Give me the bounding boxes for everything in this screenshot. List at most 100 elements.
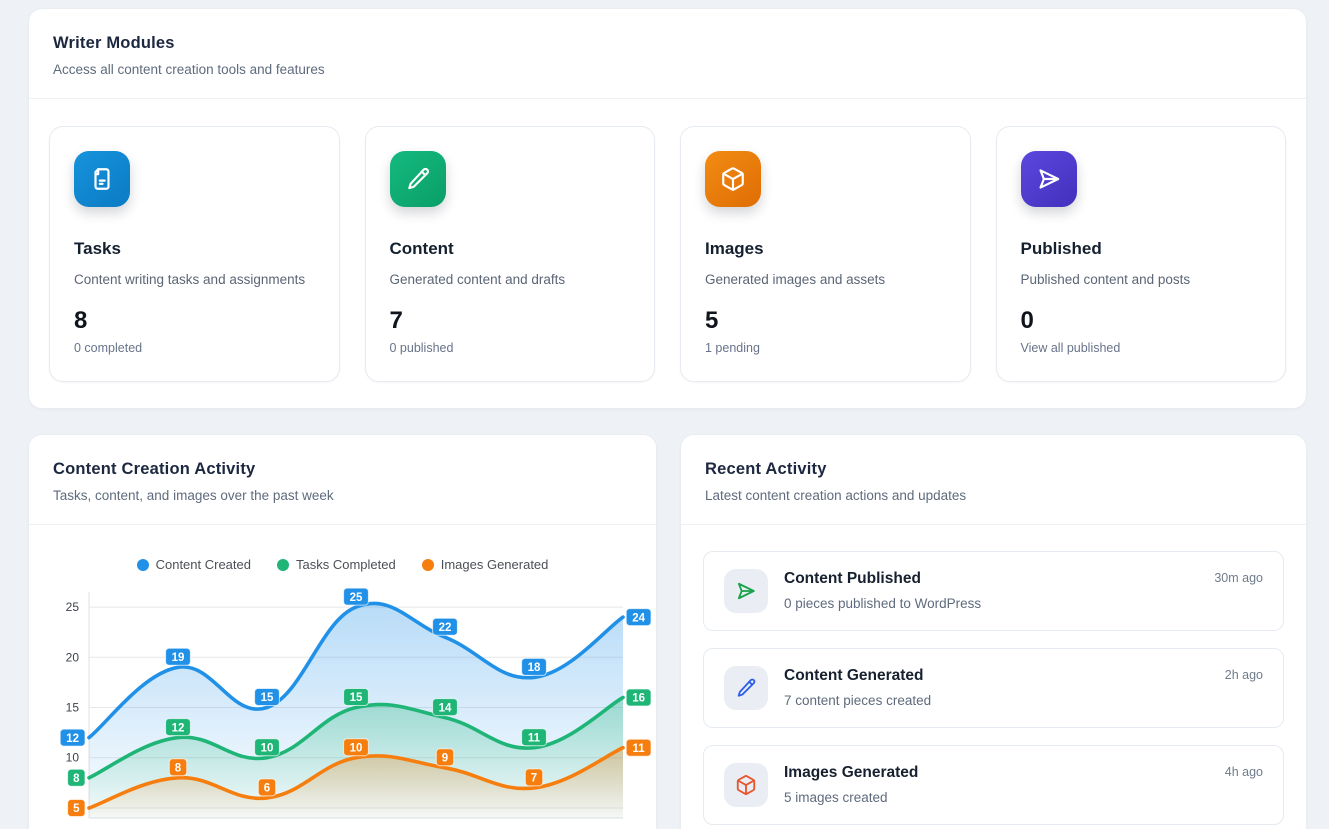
data-label-value: 9 — [442, 753, 448, 765]
activity-item: Images Generated 5 images created 4h ago — [703, 745, 1284, 825]
data-label-value: 11 — [528, 732, 541, 744]
module-card-count: 5 — [705, 307, 946, 335]
module-card-footer: 1 pending — [705, 341, 946, 355]
module-card-description: Content writing tasks and assignments — [74, 272, 315, 287]
module-card-description: Published content and posts — [1021, 272, 1262, 287]
send-icon — [735, 580, 757, 602]
module-card-title: Images — [705, 239, 946, 259]
legend-item-tasks-completed[interactable]: Tasks Completed — [277, 557, 396, 572]
data-label-value: 7 — [531, 773, 537, 785]
data-label-value: 19 — [172, 652, 185, 664]
module-cards-row: Tasks Content writing tasks and assignme… — [29, 99, 1306, 408]
module-card-published[interactable]: Published Published content and posts 0 … — [996, 126, 1287, 382]
recent-activity-list: Content Published 0 pieces published to … — [681, 525, 1306, 829]
activity-title: Content Generated — [784, 667, 1209, 685]
module-card-count: 0 — [1021, 307, 1262, 335]
pencil-icon — [405, 166, 431, 192]
data-label-value: 8 — [73, 773, 80, 785]
data-label-value: 18 — [528, 662, 541, 674]
y-tick-label: 25 — [66, 600, 80, 614]
activity-item: Content Published 0 pieces published to … — [703, 551, 1284, 631]
module-icon-tile — [1021, 151, 1077, 207]
legend-dot — [137, 559, 149, 571]
file-icon — [89, 166, 115, 192]
recent-activity-panel: Recent Activity Latest content creation … — [680, 434, 1307, 829]
activity-timestamp: 30m ago — [1214, 571, 1263, 613]
legend-label: Images Generated — [441, 557, 549, 572]
chart-legend: Content Created Tasks Completed Images Gen… — [29, 557, 656, 572]
legend-dot — [277, 559, 289, 571]
legend-item-content-created[interactable]: Content Created — [137, 557, 251, 572]
data-label-value: 10 — [261, 742, 274, 754]
module-card-images[interactable]: Images Generated images and assets 5 1 p… — [680, 126, 971, 382]
activity-body: Content Generated 7 content pieces creat… — [784, 666, 1209, 710]
writer-modules-subtitle: Access all content creation tools and fe… — [53, 62, 1282, 77]
module-icon-tile — [705, 151, 761, 207]
cube-icon — [720, 166, 746, 192]
data-label-value: 24 — [632, 612, 645, 624]
data-label-value: 12 — [66, 733, 79, 745]
activity-icon-box — [724, 569, 768, 613]
data-label-value: 12 — [172, 722, 185, 734]
module-icon-tile — [390, 151, 446, 207]
data-label-value: 8 — [175, 763, 182, 775]
activity-description: 5 images created — [784, 790, 1209, 805]
data-label-value: 14 — [439, 702, 452, 714]
module-card-title: Content — [390, 239, 631, 259]
module-card-tasks[interactable]: Tasks Content writing tasks and assignme… — [49, 126, 340, 382]
activity-timestamp: 2h ago — [1225, 668, 1263, 710]
data-label-value: 5 — [73, 803, 80, 815]
module-card-description: Generated content and drafts — [390, 272, 631, 287]
recent-panel-subtitle: Latest content creation actions and upda… — [705, 488, 1282, 503]
recent-panel-title: Recent Activity — [705, 460, 1282, 479]
data-label-value: 25 — [350, 592, 363, 604]
writer-modules-header: Writer Modules Access all content creati… — [29, 9, 1306, 99]
module-card-footer: View all published — [1021, 341, 1262, 355]
content-creation-activity-panel: Content Creation Activity Tasks, content… — [28, 434, 657, 829]
activity-item: Content Generated 7 content pieces creat… — [703, 648, 1284, 728]
activity-body: Content Published 0 pieces published to … — [784, 569, 1198, 613]
module-card-title: Tasks — [74, 239, 315, 259]
activity-body: Images Generated 5 images created — [784, 763, 1209, 807]
data-label-value: 16 — [632, 693, 645, 705]
data-label-value: 6 — [264, 783, 270, 795]
recent-panel-header: Recent Activity Latest content creation … — [681, 435, 1306, 525]
activity-icon-box — [724, 763, 768, 807]
writer-modules-title: Writer Modules — [53, 34, 1282, 53]
data-label-value: 15 — [261, 692, 274, 704]
chart-panel-subtitle: Tasks, content, and images over the past… — [53, 488, 632, 503]
activity-description: 0 pieces published to WordPress — [784, 596, 1198, 611]
module-card-title: Published — [1021, 239, 1262, 259]
pencil-icon — [735, 677, 757, 699]
legend-item-images-generated[interactable]: Images Generated — [422, 557, 549, 572]
module-card-count: 8 — [74, 307, 315, 335]
chart-area: 510152025MonTueWedThuFriSatSun1219152522… — [29, 580, 656, 829]
module-card-content[interactable]: Content Generated content and drafts 7 0… — [365, 126, 656, 382]
activity-title: Images Generated — [784, 764, 1209, 782]
data-label-value: 22 — [439, 622, 452, 634]
activity-icon-box — [724, 666, 768, 710]
cube-icon — [735, 774, 757, 796]
module-icon-tile — [74, 151, 130, 207]
y-tick-label: 20 — [66, 650, 80, 664]
chart-panel-header: Content Creation Activity Tasks, content… — [29, 435, 656, 525]
activity-description: 7 content pieces created — [784, 693, 1209, 708]
send-icon — [1036, 166, 1062, 192]
legend-dot — [422, 559, 434, 571]
data-label-value: 15 — [350, 692, 363, 704]
activity-line-chart[interactable]: 510152025MonTueWedThuFriSatSun1219152522… — [37, 580, 653, 829]
y-tick-label: 15 — [66, 701, 80, 715]
activity-title: Content Published — [784, 570, 1198, 588]
data-label-value: 10 — [350, 742, 363, 754]
module-card-description: Generated images and assets — [705, 272, 946, 287]
data-label-value: 11 — [633, 743, 646, 755]
writer-modules-panel: Writer Modules Access all content creati… — [28, 8, 1307, 409]
y-tick-label: 10 — [66, 751, 80, 765]
activity-timestamp: 4h ago — [1225, 765, 1263, 807]
chart-panel-title: Content Creation Activity — [53, 460, 632, 479]
legend-label: Tasks Completed — [296, 557, 396, 572]
module-card-footer: 0 published — [390, 341, 631, 355]
legend-label: Content Created — [156, 557, 251, 572]
module-card-footer: 0 completed — [74, 341, 315, 355]
module-card-count: 7 — [390, 307, 631, 335]
